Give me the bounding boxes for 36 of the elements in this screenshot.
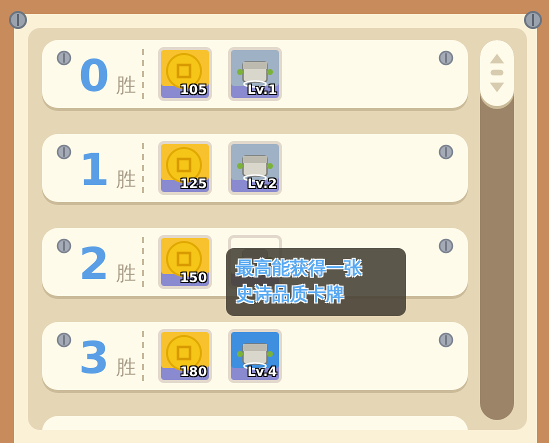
chest-reward[interactable]: Lv.1 — [228, 47, 282, 101]
up-down-arrows-icon — [489, 51, 505, 95]
tooltip-text: 最高能获得一张 — [236, 257, 363, 281]
coin-reward[interactable]: 180 — [158, 329, 212, 383]
chest-reward[interactable]: Lv.2 — [228, 141, 282, 195]
reward-amount: 150 — [180, 271, 207, 286]
reward-amount: Lv.2 — [247, 177, 277, 192]
screw-icon — [438, 238, 454, 254]
tooltip-text: 史诗品质卡牌 — [236, 283, 345, 307]
coin-reward[interactable]: 150 — [158, 235, 212, 289]
reward-amount: Lv.4 — [247, 365, 277, 380]
win-count: 0 — [78, 55, 110, 99]
screw-icon — [56, 144, 72, 160]
win-label: 胜 — [116, 260, 136, 286]
screw-icon — [8, 10, 28, 30]
screw-icon — [56, 238, 72, 254]
screw-icon — [438, 144, 454, 160]
win-label: 胜 — [116, 72, 136, 98]
screw-icon — [438, 50, 454, 66]
win-count: 3 — [78, 337, 110, 381]
coin-reward[interactable]: 105 — [158, 47, 212, 101]
reward-amount: Lv.1 — [247, 83, 277, 98]
reward-amount: 180 — [180, 365, 207, 380]
reward-amount: 125 — [180, 177, 207, 192]
scroll-handle[interactable] — [480, 40, 514, 106]
coin-reward[interactable]: 125 — [158, 141, 212, 195]
win-count: 1 — [78, 149, 110, 193]
chest-reward[interactable]: Lv.4 — [228, 329, 282, 383]
screw-icon — [523, 10, 543, 30]
screw-icon — [56, 332, 72, 348]
win-label: 胜 — [116, 166, 136, 192]
reward-amount: 105 — [180, 83, 207, 98]
win-label: 胜 — [116, 354, 136, 380]
screw-icon — [438, 332, 454, 348]
win-count: 2 — [78, 243, 110, 287]
screw-icon — [56, 50, 72, 66]
